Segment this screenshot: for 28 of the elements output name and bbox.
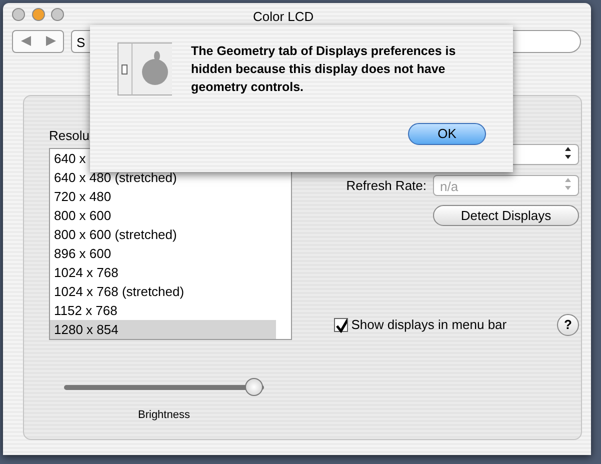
help-button[interactable]: ? <box>557 314 579 336</box>
back-forward-buttons[interactable] <box>12 30 64 52</box>
resolution-item[interactable]: 1024 x 768 (stretched) <box>50 282 276 300</box>
brightness-label: Brightness <box>138 408 190 420</box>
window-title: Color LCD <box>253 8 314 26</box>
resolution-item[interactable]: 1152 x 768 <box>50 300 276 320</box>
window-control-dot[interactable] <box>12 8 25 21</box>
window-control-dot[interactable] <box>32 8 44 21</box>
forward-arrow-icon[interactable] <box>44 36 56 46</box>
up-down-arrows-icon <box>564 177 572 191</box>
detect-displays-button[interactable]: Detect Displays <box>433 205 579 226</box>
resolution-item[interactable]: 896 x 600 <box>50 244 276 262</box>
resolutions-label: Resolu <box>49 127 90 145</box>
resolution-item[interactable]: 1024 x 768 <box>50 262 276 282</box>
menu-bar-checkbox[interactable]: Show displays in menu bar <box>334 315 507 335</box>
resolution-item[interactable]: 800 x 600 (stretched) <box>50 224 276 244</box>
resolution-item[interactable]: 640 x 480 (stretched) <box>50 168 276 186</box>
refresh-rate-label: Refresh Rate: <box>346 176 426 195</box>
resolution-item[interactable]: 800 x 600 <box>50 206 276 224</box>
resolution-item[interactable]: 1280 x 854 <box>50 320 276 338</box>
window-control-dot[interactable] <box>51 8 64 21</box>
switch-plate-icon <box>117 42 172 96</box>
checkmark-icon <box>335 319 347 333</box>
resolution-item[interactable]: 720 x 480 <box>50 186 276 206</box>
back-arrow-icon[interactable] <box>20 36 32 46</box>
alert-message: The Geometry tab of Displays preferences is hidden because this display does not have geometry controls. <box>191 43 457 96</box>
ok-button[interactable]: OK <box>408 123 486 145</box>
up-down-arrows-icon <box>564 146 572 160</box>
